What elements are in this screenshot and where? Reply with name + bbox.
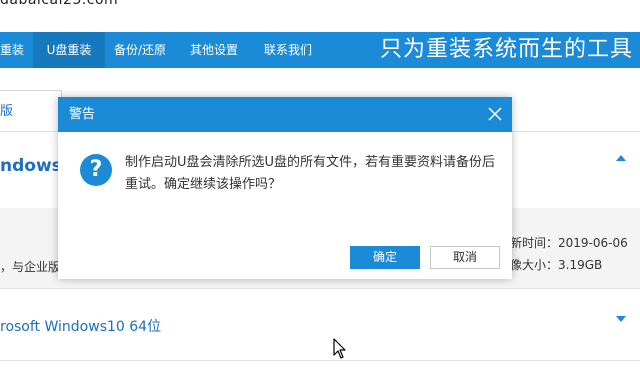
dialog-title-bar: 警告 [58, 97, 512, 132]
site-url: dabaicai23.com [0, 0, 119, 8]
caret-up-icon[interactable] [616, 155, 626, 161]
dialog-message: 制作启动U盘会清除所选U盘的所有文件，若有重要资料请备份后重试。确定继续该操作吗… [125, 155, 496, 192]
main-nav: 重装 U盘重装 备份/还原 其他设置 联系我们 只为重装系统而生的工具 [0, 32, 640, 68]
close-icon[interactable] [486, 105, 504, 123]
cancel-button[interactable]: 取消 [430, 246, 500, 269]
system-title-windows10: rosoft Windows10 64位 [0, 319, 162, 335]
nav-item-backup-restore[interactable]: 备份/还原 [114, 32, 180, 68]
question-icon: ? [80, 154, 112, 186]
update-date: 新时间：2019-06-06 [510, 236, 628, 250]
nav-item-other-settings[interactable]: 其他设置 [190, 32, 252, 68]
nav-item-contact-us[interactable]: 联系我们 [264, 32, 326, 68]
dialog-title: 警告 [69, 107, 96, 122]
mouse-cursor-icon [333, 338, 346, 359]
slogan: 只为重装系统而生的工具 [380, 37, 634, 62]
image-size: 像大小：3.19GB [510, 258, 603, 272]
caret-down-icon[interactable] [616, 316, 626, 322]
system-description: ，与企业版 [0, 260, 61, 274]
warning-dialog: 警告 ? 制作启动U盘会清除所选U盘的所有文件，若有重要资料请备份后重试。确定继… [58, 97, 512, 279]
nav-item-usb-reinstall[interactable]: U盘重装 [33, 32, 105, 68]
subtab-label: 版 [0, 104, 14, 119]
nav-item-reinstall[interactable]: 重装 [0, 32, 30, 68]
confirm-button[interactable]: 确定 [350, 246, 420, 269]
